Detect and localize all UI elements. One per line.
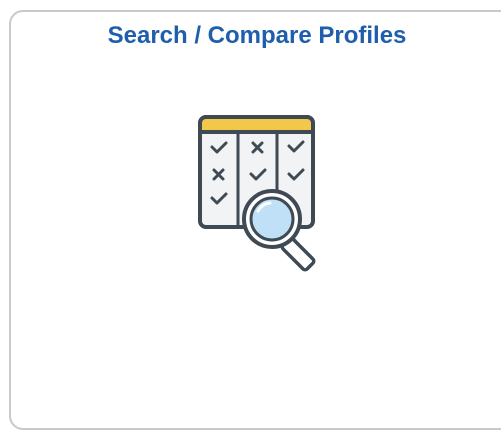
search-compare-profiles-icon xyxy=(198,115,316,272)
search-compare-profiles-tile[interactable]: Search / Compare Profiles xyxy=(9,10,501,430)
grid-icon-header xyxy=(198,115,315,134)
tile-title: Search / Compare Profiles xyxy=(107,22,407,49)
